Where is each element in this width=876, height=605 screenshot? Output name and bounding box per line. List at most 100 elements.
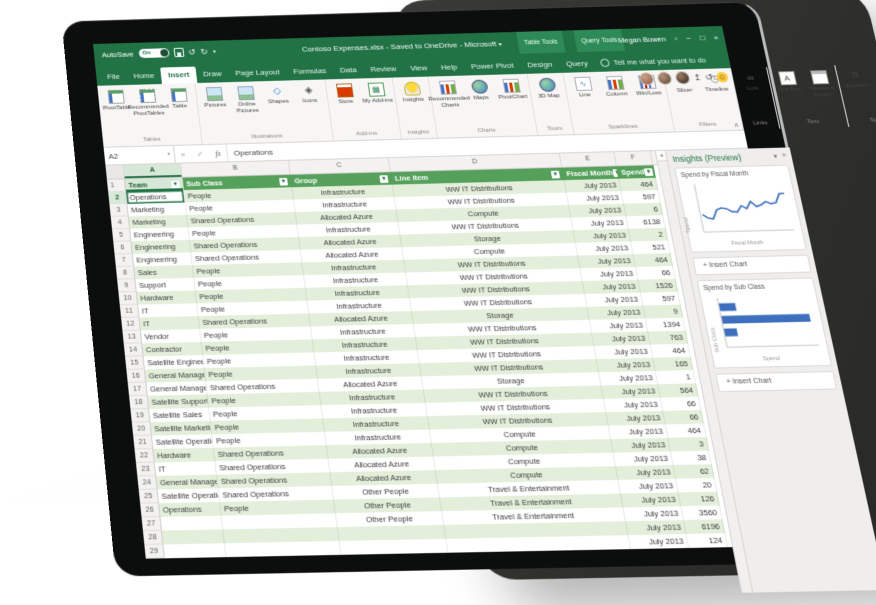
ribbon-tab[interactable]: Draw bbox=[195, 66, 229, 83]
avatar[interactable] bbox=[674, 71, 691, 84]
ribbon-button[interactable]: A Text Box bbox=[770, 69, 806, 94]
cell-fiscal-month[interactable]: July 2013 bbox=[628, 534, 689, 549]
ribbon-button[interactable]: Header & Footer bbox=[802, 68, 840, 99]
ribbon-button[interactable]: 3D Map bbox=[530, 76, 565, 101]
ribbon-button[interactable]: Table bbox=[162, 86, 195, 110]
cell-spend[interactable]: 564 bbox=[658, 383, 698, 397]
cell-spend[interactable]: 3 bbox=[668, 437, 709, 451]
autosave-toggle[interactable]: On bbox=[138, 48, 169, 58]
cell-fiscal-month[interactable]: July 2013 bbox=[601, 384, 660, 399]
cell-fiscal-month[interactable]: July 2013 bbox=[616, 465, 676, 480]
name-box-caret-icon[interactable]: ▾ bbox=[167, 152, 170, 158]
ribbon-button[interactable]: ◈ Icons bbox=[292, 82, 326, 105]
ribbon-button[interactable]: ◇ Shapes bbox=[261, 83, 295, 106]
ribbon-tab[interactable]: Help bbox=[433, 59, 466, 76]
cell-team[interactable]: Satellite Marketing bbox=[151, 421, 213, 436]
cell-fiscal-month[interactable]: July 2013 bbox=[594, 345, 653, 359]
ribbon-tab[interactable]: View bbox=[402, 60, 435, 77]
row-number[interactable]: 11 bbox=[120, 305, 140, 318]
cell-fiscal-month[interactable]: July 2013 bbox=[597, 358, 656, 372]
maximize-button[interactable]: □ bbox=[699, 33, 706, 41]
column-letter[interactable]: F bbox=[614, 151, 653, 165]
cell-team[interactable]: Hardware bbox=[153, 448, 215, 463]
cell-spend[interactable]: 66 bbox=[636, 266, 676, 280]
row-number[interactable]: 2 bbox=[108, 192, 127, 205]
cell-fiscal-month[interactable]: July 2013 bbox=[623, 506, 683, 521]
cell-fiscal-month[interactable]: July 2013 bbox=[606, 411, 665, 426]
cell-team[interactable]: Satellite Sales bbox=[149, 408, 211, 423]
ribbon-button[interactable]: ∿ Line bbox=[566, 75, 601, 100]
column-letter[interactable]: C bbox=[289, 158, 391, 174]
save-button[interactable] bbox=[173, 48, 184, 57]
cell-fiscal-month[interactable]: July 2013 bbox=[585, 293, 643, 307]
cell-fiscal-month[interactable]: July 2013 bbox=[587, 306, 645, 320]
row-number[interactable]: 8 bbox=[116, 267, 136, 280]
row-number[interactable]: 17 bbox=[128, 383, 148, 397]
ribbon-tab[interactable]: Power Pivot bbox=[463, 57, 522, 75]
cell-spend[interactable]: 124 bbox=[686, 533, 728, 548]
cell-spend[interactable]: 597 bbox=[641, 292, 681, 306]
cell-spend[interactable]: 521 bbox=[631, 241, 670, 255]
ribbon-button[interactable]: Column bbox=[598, 74, 634, 99]
name-box[interactable]: A2 ▾ bbox=[104, 146, 176, 165]
cancel-entry-button[interactable]: × bbox=[180, 150, 186, 159]
cell-fiscal-month[interactable]: July 2013 bbox=[621, 492, 681, 507]
ribbon-tab[interactable]: Formulas bbox=[285, 63, 334, 81]
confirm-entry-button[interactable]: ✓ bbox=[196, 149, 204, 158]
ribbon-tab[interactable]: Design bbox=[519, 56, 561, 74]
row-number[interactable]: 9 bbox=[117, 279, 137, 292]
ribbon-tab[interactable]: Page Layout bbox=[227, 64, 287, 82]
document-title-caret[interactable]: ▾ bbox=[498, 42, 502, 48]
ribbon-button[interactable]: Recommended PivotTables bbox=[131, 87, 165, 117]
insights-card-bar-chart[interactable]: Spend by Sub Class Sub Class Spend bbox=[697, 277, 832, 368]
cell-spend[interactable]: 464 bbox=[634, 253, 674, 267]
user-name[interactable]: Megan Bowen bbox=[617, 34, 666, 44]
cell-spend[interactable]: 126 bbox=[679, 492, 720, 507]
cell-team[interactable] bbox=[160, 516, 223, 531]
insert-function-button[interactable]: fx bbox=[215, 149, 222, 158]
row-number[interactable]: 21 bbox=[133, 436, 153, 450]
ribbon-tab[interactable]: Insert bbox=[160, 67, 197, 84]
close-button[interactable]: × bbox=[713, 33, 719, 41]
cell-team[interactable]: Satellite Support bbox=[148, 394, 209, 409]
cell-spend[interactable]: 38 bbox=[671, 451, 712, 465]
row-number[interactable]: 23 bbox=[136, 462, 156, 476]
cell-team[interactable]: General Managem bbox=[145, 368, 206, 382]
filter-dropdown-icon[interactable]: ▾ bbox=[551, 170, 560, 178]
cell-fiscal-month[interactable]: July 2013 bbox=[614, 451, 674, 466]
cell-spend[interactable]: 20 bbox=[676, 478, 717, 493]
cell-spend[interactable]: 66 bbox=[661, 397, 702, 411]
cell-team[interactable]: Operations bbox=[159, 502, 222, 517]
ribbon-button[interactable]: Online Pictures bbox=[229, 84, 263, 115]
cell-spend[interactable]: 464 bbox=[619, 178, 658, 191]
cell-spend[interactable]: 597 bbox=[622, 190, 661, 203]
history-icon[interactable]: ↺ bbox=[704, 72, 714, 82]
ribbon-tab[interactable]: Data bbox=[332, 62, 365, 79]
row-number[interactable]: 15 bbox=[125, 356, 145, 369]
cell-fiscal-month[interactable]: July 2013 bbox=[609, 424, 669, 439]
ribbon-tab[interactable]: Query bbox=[558, 55, 597, 73]
ribbon-button[interactable]: Recommended Charts bbox=[431, 78, 467, 109]
column-letter[interactable]: E bbox=[560, 152, 617, 167]
select-all-corner[interactable] bbox=[105, 165, 124, 179]
ribbon-button[interactable]: Maps bbox=[462, 78, 497, 103]
ribbon-button[interactable]: PivotChart bbox=[494, 77, 529, 102]
row-number[interactable]: 1 bbox=[107, 179, 126, 192]
cell-spend[interactable]: 1526 bbox=[638, 279, 678, 293]
row-number[interactable]: 28 bbox=[143, 531, 163, 545]
ribbon-button[interactable]: Pictures bbox=[198, 85, 231, 109]
share-icon[interactable]: ↥ bbox=[692, 72, 702, 82]
panel-options-caret-icon[interactable]: ▾ bbox=[773, 153, 778, 161]
row-number[interactable]: 25 bbox=[139, 490, 159, 504]
cell-spend[interactable]: 9 bbox=[643, 305, 683, 319]
cell-fiscal-month[interactable]: July 2013 bbox=[618, 479, 678, 494]
row-number[interactable]: 18 bbox=[129, 396, 149, 410]
cell-spend[interactable]: 2 bbox=[629, 228, 668, 242]
cell-team[interactable]: Satellite Operatior bbox=[152, 434, 214, 449]
ribbon-button[interactable]: ▦ My Add-ins bbox=[359, 80, 393, 104]
cell-spend[interactable]: 1 bbox=[656, 370, 696, 384]
cell-fiscal-month[interactable]: July 2013 bbox=[590, 318, 649, 332]
cell-spend[interactable]: 66 bbox=[663, 410, 704, 424]
cell-team[interactable] bbox=[163, 543, 226, 558]
ribbon-button[interactable]: π Equation bbox=[838, 67, 874, 90]
